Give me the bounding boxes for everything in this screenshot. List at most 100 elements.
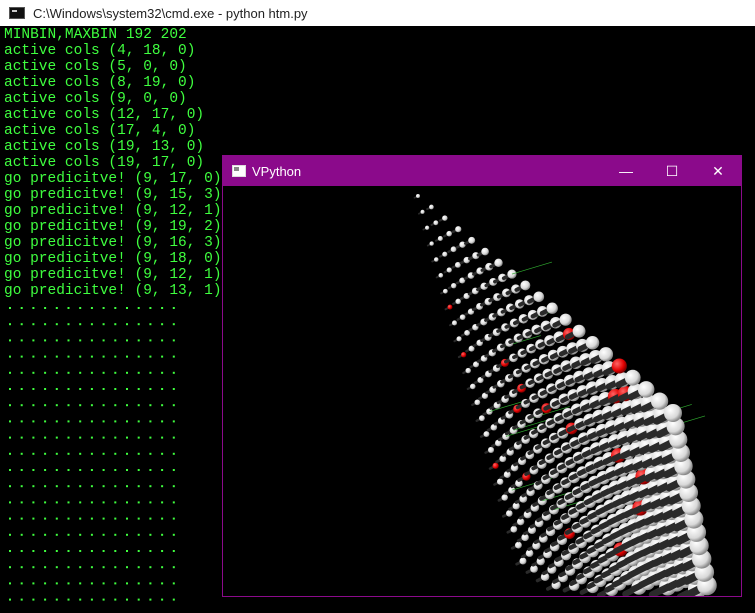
- console-dot: [102, 404, 105, 407]
- console-dot: [161, 307, 164, 309]
- vpython-title-bar[interactable]: VPython — ☐ ✕: [223, 156, 741, 186]
- console-dot: [55, 404, 58, 407]
- console-dot: [79, 404, 82, 407]
- console-dot: [149, 436, 152, 439]
- console-dot: [67, 469, 70, 471]
- console-dot: [126, 533, 128, 536]
- cell-sphere: [468, 236, 476, 244]
- active-cell-sphere: [492, 462, 499, 469]
- console-dot: [44, 517, 47, 520]
- console-dot: [126, 307, 128, 309]
- console-dot: [44, 388, 47, 390]
- console-dot: [114, 566, 117, 569]
- console-dot: [90, 420, 93, 423]
- console-dot: [79, 533, 82, 536]
- console-dot: [67, 436, 70, 439]
- console-dot: [161, 517, 164, 520]
- console-dot: [55, 420, 58, 423]
- console-dot: [161, 566, 164, 569]
- console-dot: [137, 517, 140, 520]
- console-dot: [44, 452, 47, 455]
- console-dot: [20, 469, 23, 471]
- console-dot: [149, 323, 152, 326]
- console-dot: [114, 533, 117, 536]
- console-dot: [44, 501, 47, 504]
- console-dot: [90, 323, 93, 326]
- console-dot: [126, 582, 128, 585]
- console-dot: [137, 371, 140, 374]
- console-dot: [9, 517, 11, 520]
- console-dot: [32, 339, 35, 342]
- console-line: go predicitve! (9, 12, 1): [4, 203, 222, 219]
- console-dot: [102, 550, 105, 552]
- console-dot: [32, 533, 35, 536]
- console-dot: [172, 307, 175, 309]
- console-dot: [9, 323, 11, 326]
- console-dot: [172, 420, 175, 423]
- console-dot: [55, 323, 58, 326]
- console-dot: [137, 582, 140, 585]
- console-line: go predicitve! (9, 18, 0): [4, 251, 222, 267]
- console-dot: [172, 452, 175, 455]
- console-dot: [102, 452, 105, 455]
- console-dot: [102, 582, 105, 585]
- vpython-3d-canvas[interactable]: [223, 186, 741, 596]
- console-dot: [137, 339, 140, 342]
- console-dot: [55, 355, 58, 358]
- console-dot: [32, 436, 35, 439]
- console-dot: [161, 339, 164, 342]
- maximize-button[interactable]: ☐: [649, 156, 695, 186]
- console-dot: [79, 485, 82, 488]
- console-dot: [20, 323, 23, 326]
- console-dot: [9, 436, 11, 439]
- console-dot: [9, 452, 11, 455]
- console-dot: [90, 485, 93, 488]
- console-dot: [90, 582, 93, 585]
- console-dot: [55, 307, 58, 309]
- cell-sphere: [483, 431, 490, 438]
- close-button[interactable]: ✕: [695, 156, 741, 186]
- cell-sphere: [585, 335, 600, 350]
- console-line: go predicitve! (9, 12, 1): [4, 267, 222, 283]
- console-dot: [90, 501, 93, 504]
- console-dot: [67, 404, 70, 407]
- minimize-button[interactable]: —: [603, 156, 649, 186]
- console-dot: [20, 420, 23, 423]
- console-dot: [20, 388, 23, 390]
- active-cell-sphere: [447, 304, 453, 310]
- console-dot: [90, 598, 93, 601]
- vpython-window[interactable]: VPython — ☐ ✕: [222, 155, 742, 597]
- cell-sphere: [442, 215, 448, 221]
- console-dot: [137, 469, 140, 471]
- console-dot: [90, 339, 93, 342]
- console-dot: [102, 485, 105, 488]
- console-dot: [161, 598, 164, 601]
- console-dot: [102, 517, 105, 520]
- console-dot: [44, 485, 47, 488]
- console-dot: [55, 436, 58, 439]
- console-dot: [20, 533, 23, 536]
- console-dot: [126, 436, 128, 439]
- console-dot: [44, 420, 47, 423]
- console-dot: [137, 436, 140, 439]
- cmd-title-bar[interactable]: C:\Windows\system32\cmd.exe - python htm…: [0, 0, 755, 26]
- console-dot: [9, 339, 11, 342]
- console-dot: [44, 436, 47, 439]
- console-dot: [55, 501, 58, 504]
- console-dot: [32, 388, 35, 390]
- console-dot: [90, 533, 93, 536]
- console-line: active cols (5, 0, 0): [4, 59, 187, 75]
- console-dot: [67, 452, 70, 455]
- console-line: active cols (17, 4, 0): [4, 123, 196, 139]
- cell-sphere: [520, 280, 531, 291]
- console-dot: [44, 582, 47, 585]
- console-dot: [137, 566, 140, 569]
- console-dot: [172, 582, 175, 585]
- console-dot: [114, 323, 117, 326]
- console-dot: [102, 436, 105, 439]
- console-dot: [114, 582, 117, 585]
- cell-sphere: [497, 478, 504, 485]
- console-dot: [137, 404, 140, 407]
- console-dot: [149, 388, 152, 390]
- console-dot: [114, 501, 117, 504]
